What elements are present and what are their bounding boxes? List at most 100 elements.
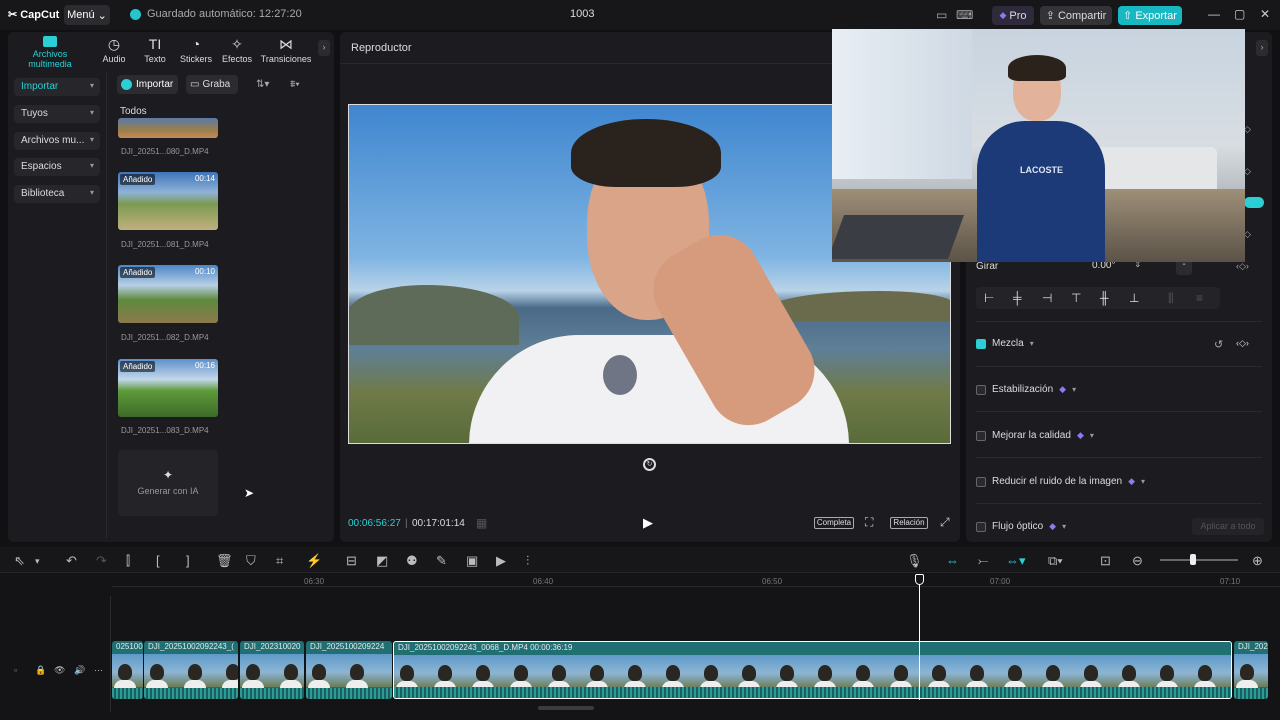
speed-icon[interactable]: ⚡ bbox=[306, 553, 322, 569]
media-export-icon[interactable]: ▶ bbox=[496, 553, 506, 569]
distribute-h-icon[interactable]: ⫼ bbox=[1168, 291, 1174, 306]
magic-icon[interactable]: ✎ bbox=[436, 553, 447, 569]
timeline-grid-icon[interactable]: ▦ bbox=[476, 516, 487, 530]
toggle-switch[interactable] bbox=[1244, 197, 1264, 208]
filter-icon[interactable]: ⩩▾ bbox=[290, 79, 300, 90]
keyframe-icon[interactable]: ◇ bbox=[1244, 229, 1251, 240]
minimize-icon[interactable]: — bbox=[1208, 7, 1220, 21]
sidebar-item-spaces[interactable]: Espacios ▾ bbox=[14, 158, 100, 176]
distribute-v-icon[interactable]: ≡ bbox=[1196, 291, 1203, 305]
chevron-right-icon[interactable]: › bbox=[318, 40, 330, 56]
marker-icon[interactable]: ⛉ bbox=[246, 553, 256, 569]
timeline-clip[interactable]: DJI_2025100209224 bbox=[306, 641, 392, 699]
keyboard-icon[interactable]: ⌨ bbox=[956, 8, 973, 22]
rotate-icon[interactable]: ↻ bbox=[643, 458, 656, 471]
maximize-icon[interactable]: ▢ bbox=[1234, 7, 1245, 21]
tab-effects[interactable]: ✧ Efectos bbox=[220, 36, 254, 64]
reset-icon[interactable]: ↺ bbox=[1214, 338, 1223, 351]
timeline-clip[interactable]: DJI_202310020 bbox=[240, 641, 304, 699]
crop-icon[interactable]: ⛶ bbox=[865, 515, 873, 530]
blend-row[interactable]: Mezcla ▾ bbox=[976, 338, 1034, 349]
import-button[interactable]: Importar bbox=[117, 75, 178, 94]
apply-all-button[interactable]: Aplicar a todo bbox=[1192, 518, 1264, 535]
undo-icon[interactable]: ↶ bbox=[66, 553, 77, 569]
layout-icon[interactable]: ▭ bbox=[936, 8, 947, 22]
media-thumbnail[interactable]: Añadido 00:14 bbox=[118, 172, 218, 230]
record-button[interactable]: ▭ Graba bbox=[186, 75, 238, 94]
split-left-icon[interactable]: [ bbox=[156, 553, 160, 568]
horizontal-scrollbar[interactable] bbox=[538, 706, 594, 710]
ratio-button[interactable]: Relación bbox=[890, 517, 928, 529]
select-tool-icon[interactable]: ⇖ bbox=[14, 553, 25, 569]
playhead-handle[interactable] bbox=[915, 574, 924, 585]
mirror-icon[interactable]: ◩ bbox=[376, 553, 388, 569]
media-thumbnail[interactable]: Añadido 00:10 bbox=[118, 265, 218, 323]
timeline-clip-selected[interactable]: DJI_20251002092243_0068_D.MP4 00:00:36:1… bbox=[393, 641, 1232, 699]
linkage-icon[interactable]: ⇔▾ bbox=[1006, 553, 1026, 569]
snap-icon[interactable]: ⤚ bbox=[978, 553, 988, 569]
freeze-icon[interactable]: ⊟ bbox=[346, 553, 357, 569]
tab-transitions[interactable]: ⋈ Transiciones bbox=[260, 36, 312, 64]
fullscreen-icon[interactable]: ⤢ bbox=[940, 515, 950, 530]
denoise-row[interactable]: Reducir el ruido de la imagen ◆ ▾ bbox=[976, 476, 1145, 487]
tab-stickers[interactable]: ◔ Stickers bbox=[178, 36, 214, 64]
full-quality-button[interactable]: Completa bbox=[814, 517, 854, 529]
keyframe-icon[interactable]: ‹◇› bbox=[1236, 261, 1249, 272]
cover-icon[interactable]: ▫ bbox=[14, 665, 17, 675]
generate-ai-button[interactable]: ✦ Generar con IA bbox=[118, 450, 218, 516]
tab-audio[interactable]: ◷ Audio bbox=[98, 36, 130, 64]
align-right-icon[interactable]: ⊣ bbox=[1042, 291, 1052, 305]
hd-icon[interactable]: ▣ bbox=[466, 553, 478, 569]
playhead[interactable] bbox=[919, 580, 920, 700]
keyframe-icon[interactable]: ◇ bbox=[1244, 124, 1251, 135]
split-icon[interactable]: ⫿ bbox=[126, 553, 130, 569]
keyframe-icon[interactable]: ‹◇› bbox=[1236, 338, 1249, 349]
lock-icon[interactable]: 🔒 bbox=[35, 665, 46, 676]
optical-flow-checkbox[interactable] bbox=[976, 521, 986, 532]
align-bottom-icon[interactable]: ⊥ bbox=[1129, 291, 1139, 305]
volume-icon[interactable]: 🔊 bbox=[74, 665, 85, 676]
sort-icon[interactable]: ⇅▾ bbox=[256, 79, 269, 90]
eye-icon[interactable]: 👁 bbox=[54, 665, 65, 676]
timeline-clip[interactable]: 025100 bbox=[112, 641, 143, 699]
enhance-checkbox[interactable] bbox=[976, 430, 986, 441]
play-icon[interactable]: ▶ bbox=[643, 515, 653, 531]
chevron-down-icon[interactable]: ▾ bbox=[35, 556, 40, 567]
blend-checkbox[interactable] bbox=[976, 338, 986, 349]
align-middle-icon[interactable]: ╫ bbox=[1100, 291, 1109, 305]
optical-flow-row[interactable]: Flujo óptico ◆ ▾ bbox=[976, 521, 1066, 532]
person-icon[interactable]: ⚉ bbox=[406, 553, 418, 569]
zoom-slider-handle[interactable] bbox=[1190, 554, 1196, 565]
align-left-icon[interactable]: ⊢ bbox=[984, 291, 994, 305]
tab-text[interactable]: TI Texto bbox=[138, 36, 172, 64]
chevron-right-icon[interactable]: › bbox=[1256, 40, 1268, 56]
crop-icon[interactable]: ⌗ bbox=[276, 553, 283, 569]
align-top-icon[interactable]: ⊤ bbox=[1071, 291, 1081, 305]
zoom-slider[interactable] bbox=[1160, 559, 1238, 561]
denoise-checkbox[interactable] bbox=[976, 476, 986, 487]
media-thumbnail[interactable] bbox=[118, 118, 218, 138]
zoom-in-icon[interactable]: ⊕ bbox=[1252, 553, 1263, 569]
microphone-icon[interactable]: 🎙 bbox=[906, 553, 923, 569]
sidebar-item-library[interactable]: Biblioteca ▾ bbox=[14, 185, 100, 203]
menu-button[interactable]: Menú ⌄ bbox=[64, 5, 110, 25]
tab-media[interactable]: Archivos multimedia bbox=[10, 36, 90, 69]
zoom-out-icon[interactable]: ⊖ bbox=[1132, 553, 1143, 569]
close-icon[interactable]: ✕ bbox=[1260, 7, 1270, 21]
fit-icon[interactable]: ⊡ bbox=[1100, 553, 1111, 569]
stabilize-checkbox[interactable] bbox=[976, 384, 986, 395]
stabilize-row[interactable]: Estabilización ◆ ▾ bbox=[976, 384, 1076, 395]
share-button[interactable]: ⇪ Compartir bbox=[1040, 6, 1112, 25]
delete-icon[interactable]: 🗑 bbox=[216, 553, 233, 569]
more-icon[interactable]: ⋯ bbox=[94, 665, 103, 676]
sidebar-item-yours[interactable]: Tuyos ▾ bbox=[14, 105, 100, 123]
preview-axis-icon[interactable]: ⧉▾ bbox=[1048, 553, 1063, 569]
pro-button[interactable]: ◆ Pro bbox=[992, 6, 1034, 25]
keyframe-icon[interactable]: ◇ bbox=[1244, 166, 1251, 177]
timeline-clip[interactable]: DJI_20251002092243_( bbox=[144, 641, 238, 699]
enhance-row[interactable]: Mejorar la calidad ◆ ▾ bbox=[976, 430, 1094, 441]
align-center-icon[interactable]: ╪ bbox=[1013, 291, 1022, 305]
sidebar-item-import[interactable]: Importar ▾ bbox=[14, 78, 100, 96]
export-button[interactable]: ⇧ Exportar bbox=[1118, 6, 1182, 25]
media-thumbnail[interactable]: Añadido 00:16 bbox=[118, 359, 218, 417]
